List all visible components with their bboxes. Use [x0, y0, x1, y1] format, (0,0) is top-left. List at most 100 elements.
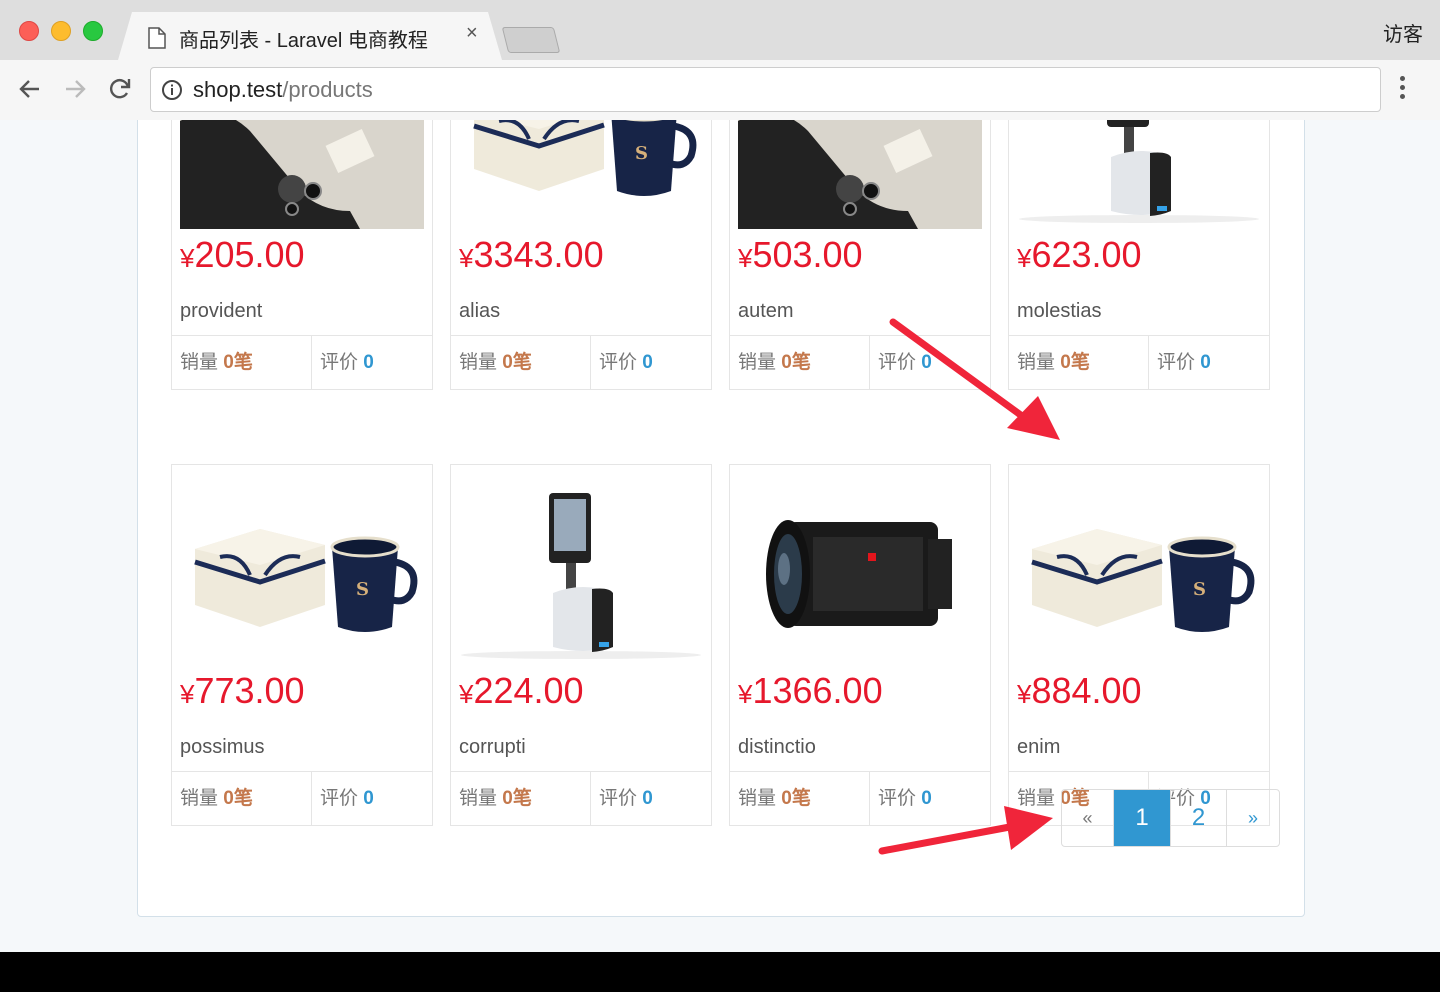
- product-card[interactable]: ¥623.00 molestias 销量 0笔 评价 0: [1008, 120, 1270, 390]
- url-text: shop.test/products: [193, 77, 373, 103]
- product-image[interactable]: S: [180, 477, 424, 665]
- forward-icon[interactable]: [60, 74, 90, 104]
- product-stats: 销量 0笔 评价 0: [451, 771, 711, 826]
- tab-close-icon[interactable]: ×: [466, 22, 478, 45]
- gift-mug-icon: S: [459, 120, 703, 229]
- pagination-next[interactable]: »: [1227, 790, 1279, 846]
- price-value: 1366.00: [752, 670, 883, 711]
- sales-value: 0笔: [1060, 352, 1090, 373]
- review-value: 0: [642, 788, 653, 809]
- review-count: 评价 0: [312, 336, 432, 390]
- review-label: 评价: [1157, 352, 1196, 373]
- review-value: 0: [921, 788, 932, 809]
- product-card[interactable]: ¥205.00 provident 销量 0笔 评价 0: [171, 120, 433, 390]
- close-window-button[interactable]: [19, 21, 39, 41]
- gift-mug-icon: S: [1017, 477, 1261, 665]
- new-tab-button[interactable]: [501, 27, 561, 53]
- minimize-window-button[interactable]: [51, 21, 71, 41]
- product-card[interactable]: S ¥3343.00 alias 销量 0笔 评价 0: [450, 120, 712, 390]
- currency-symbol: ¥: [180, 243, 195, 273]
- sales-value: 0笔: [223, 352, 253, 373]
- currency-symbol: ¥: [738, 679, 753, 709]
- pagination-page-1[interactable]: 1: [1114, 790, 1171, 846]
- tablet-stand-icon: [459, 477, 703, 665]
- guest-profile-label[interactable]: 访客: [1383, 18, 1423, 47]
- url-path: /products: [282, 77, 373, 102]
- review-count: 评价 0: [870, 336, 990, 390]
- sales-count: 销量 0笔: [451, 336, 591, 390]
- reload-icon[interactable]: [105, 74, 135, 104]
- review-count: 评价 0: [1149, 336, 1269, 390]
- product-card[interactable]: ¥224.00 corrupti 销量 0笔 评价 0: [450, 464, 712, 826]
- product-name[interactable]: enim: [1017, 736, 1060, 759]
- review-value: 0: [921, 352, 932, 373]
- pagination-page-2[interactable]: 2: [1171, 790, 1227, 846]
- product-image[interactable]: S: [1017, 477, 1261, 665]
- product-stats: 销量 0笔 评价 0: [172, 335, 432, 390]
- review-value: 0: [363, 788, 374, 809]
- currency-symbol: ¥: [459, 243, 474, 273]
- product-image[interactable]: [1017, 120, 1261, 229]
- browser-toolbar: shop.test/products: [0, 60, 1440, 120]
- currency-symbol: ¥: [1017, 243, 1032, 273]
- currency-symbol: ¥: [1017, 679, 1032, 709]
- page-footer: [0, 952, 1440, 992]
- price-value: 623.00: [1031, 234, 1142, 275]
- pagination-prev[interactable]: «: [1062, 790, 1114, 846]
- product-name[interactable]: alias: [459, 300, 500, 323]
- sales-count: 销量 0笔: [730, 336, 870, 390]
- currency-symbol: ¥: [459, 679, 474, 709]
- maximize-window-button[interactable]: [83, 21, 103, 41]
- product-image[interactable]: [180, 120, 424, 229]
- review-count: 评价 0: [591, 772, 711, 826]
- product-card[interactable]: ¥1366.00 distinctio 销量 0笔 评价 0: [729, 464, 991, 826]
- product-stats: 销量 0笔 评价 0: [451, 335, 711, 390]
- sales-label: 销量: [459, 788, 498, 809]
- browser-tab[interactable]: 商品列表 - Laravel 电商教程 ×: [118, 12, 502, 60]
- document-icon: [148, 27, 166, 49]
- svg-text:S: S: [1193, 579, 1206, 600]
- back-icon[interactable]: [15, 74, 45, 104]
- product-image[interactable]: [738, 120, 982, 229]
- sales-count: 销量 0笔: [172, 336, 312, 390]
- product-price: ¥623.00: [1017, 234, 1142, 276]
- browser-chrome: 商品列表 - Laravel 电商教程 × 访客 shop.test/produ…: [0, 0, 1440, 120]
- price-value: 3343.00: [473, 234, 604, 275]
- price-value: 884.00: [1031, 670, 1142, 711]
- product-card[interactable]: S ¥884.00 enim 销量 0笔 评价 0: [1008, 464, 1270, 826]
- product-name[interactable]: autem: [738, 300, 794, 323]
- product-price: ¥224.00: [459, 670, 584, 712]
- product-image[interactable]: S: [459, 120, 703, 229]
- price-value: 224.00: [473, 670, 584, 711]
- review-label: 评价: [878, 788, 917, 809]
- sales-value: 0笔: [781, 788, 811, 809]
- product-name[interactable]: molestias: [1017, 300, 1101, 323]
- product-name[interactable]: corrupti: [459, 736, 526, 759]
- page-viewport: ¥205.00 provident 销量 0笔 评价 0 S ¥3343.00 alias 销…: [0, 120, 1440, 992]
- review-value: 0: [363, 352, 374, 373]
- sales-label: 销量: [1017, 788, 1056, 809]
- more-menu-icon[interactable]: [1400, 76, 1405, 103]
- product-price: ¥205.00: [180, 234, 305, 276]
- review-value: 0: [1200, 352, 1211, 373]
- review-label: 评价: [599, 788, 638, 809]
- address-bar[interactable]: shop.test/products: [150, 67, 1381, 112]
- sales-label: 销量: [738, 788, 777, 809]
- review-value: 0: [642, 352, 653, 373]
- product-name[interactable]: distinctio: [738, 736, 816, 759]
- info-icon[interactable]: [161, 79, 183, 101]
- product-price: ¥884.00: [1017, 670, 1142, 712]
- tablet-stand-icon: [1017, 120, 1261, 229]
- product-image[interactable]: [738, 477, 982, 665]
- gift-mug-icon: S: [180, 477, 424, 665]
- product-stats: 销量 0笔 评价 0: [172, 771, 432, 826]
- product-name[interactable]: possimus: [180, 736, 264, 759]
- product-card[interactable]: ¥503.00 autem 销量 0笔 评价 0: [729, 120, 991, 390]
- url-host: shop.test: [193, 77, 283, 102]
- product-card[interactable]: S ¥773.00 possimus 销量 0笔 评价 0: [171, 464, 433, 826]
- tab-title: 商品列表 - Laravel 电商教程: [179, 30, 428, 52]
- product-name[interactable]: provident: [180, 300, 262, 323]
- review-count: 评价 0: [870, 772, 990, 826]
- sales-label: 销量: [1017, 352, 1056, 373]
- product-image[interactable]: [459, 477, 703, 665]
